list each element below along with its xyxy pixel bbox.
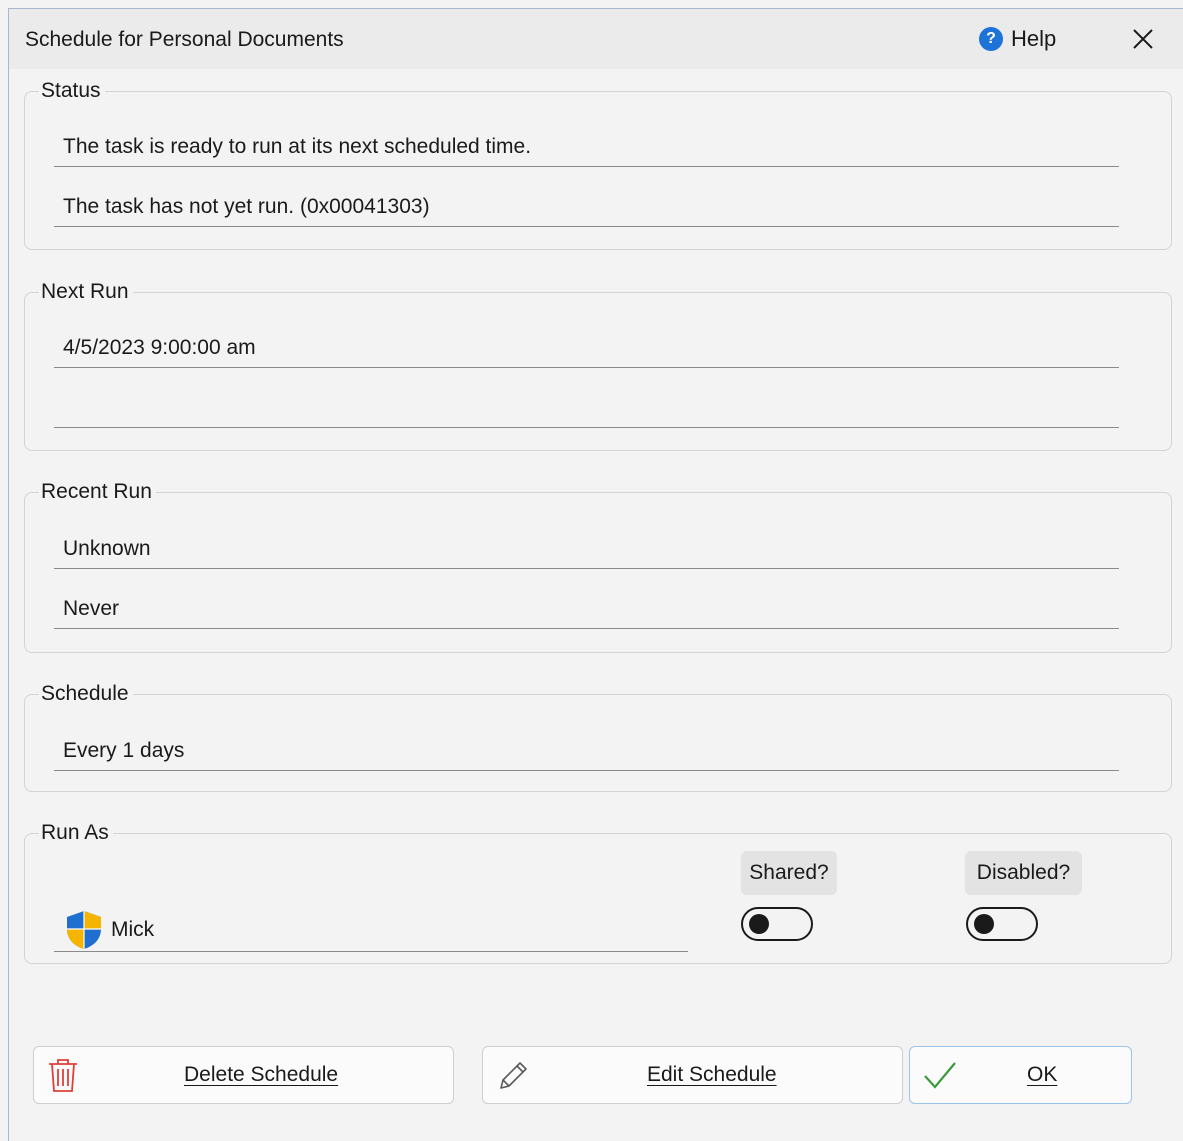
run-as-user: Mick <box>111 917 155 941</box>
close-icon <box>1133 29 1153 49</box>
uac-shield-icon <box>67 910 101 949</box>
shared-toggle[interactable] <box>741 907 813 941</box>
status-line-2: The task has not yet run. (0x00041303) <box>54 187 1119 227</box>
disabled-toggle[interactable] <box>966 907 1038 941</box>
edit-schedule-button[interactable]: Edit Schedule <box>482 1046 903 1104</box>
disabled-toggle-knob <box>974 914 994 934</box>
delete-schedule-label: Delete Schedule <box>184 1063 339 1086</box>
status-legend: Status <box>39 79 105 103</box>
help-icon: ? <box>979 27 1003 51</box>
help-button[interactable]: ? Help <box>979 25 1056 53</box>
recent-run-line-2: Never <box>54 589 1119 629</box>
help-label: Help <box>1011 26 1057 51</box>
schedule-dialog: Schedule for Personal Documents ? Help S… <box>8 8 1183 1141</box>
pencil-icon <box>500 1062 527 1089</box>
close-button[interactable] <box>1127 23 1159 55</box>
schedule-line-1: Every 1 days <box>54 731 1119 771</box>
disabled-label: Disabled? <box>965 851 1082 895</box>
delete-schedule-button[interactable]: Delete Schedule <box>33 1046 454 1104</box>
ok-button[interactable]: OK <box>909 1046 1132 1104</box>
shared-label: Shared? <box>741 851 837 895</box>
recent-run-legend: Recent Run <box>39 480 156 504</box>
trash-icon <box>49 1059 77 1092</box>
run-as-field: Mick <box>54 908 688 952</box>
checkmark-icon <box>924 1062 956 1089</box>
shared-toggle-knob <box>749 914 769 934</box>
status-line-1: The task is ready to run at its next sch… <box>54 127 1119 167</box>
next-run-line-2 <box>54 388 1119 428</box>
next-run-line-1: 4/5/2023 9:00:00 am <box>54 328 1119 368</box>
schedule-legend: Schedule <box>39 682 133 706</box>
title-bar: Schedule for Personal Documents ? Help <box>9 9 1183 69</box>
ok-label: OK <box>1027 1063 1058 1086</box>
next-run-legend: Next Run <box>39 280 133 304</box>
edit-schedule-label: Edit Schedule <box>647 1063 777 1086</box>
run-as-legend: Run As <box>39 821 113 845</box>
window-title: Schedule for Personal Documents <box>25 28 344 51</box>
recent-run-line-1: Unknown <box>54 529 1119 569</box>
